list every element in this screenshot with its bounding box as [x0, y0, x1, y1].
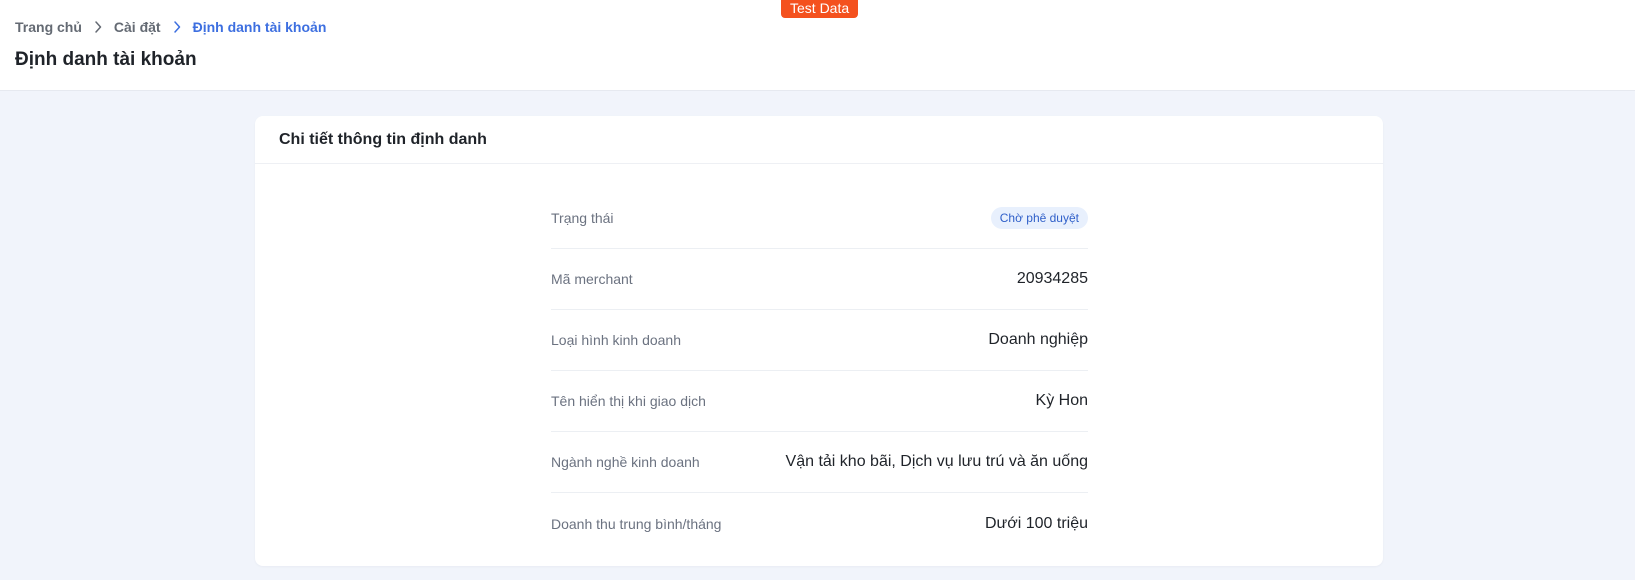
detail-value: 20934285 [1016, 270, 1088, 287]
detail-value: Dưới 100 triệu [984, 514, 1088, 532]
detail-row-status: Trạng thái Chờ phê duyệt [551, 188, 1088, 249]
status-badge: Chờ phê duyệt [990, 207, 1088, 229]
detail-list: Trạng thái Chờ phê duyệt Mã merchant 209… [551, 188, 1088, 554]
detail-value: Kỳ Hon [1035, 392, 1088, 409]
breadcrumb-settings[interactable]: Cài đặt [114, 19, 161, 35]
card-title: Chi tiết thông tin định danh [279, 130, 487, 148]
page-header: Test Data Trang chủ Cài đặt Định danh tà… [0, 0, 1635, 91]
detail-label: Trạng thái [551, 210, 614, 226]
identity-details-card: Chi tiết thông tin định danh Trạng thái … [255, 116, 1383, 566]
card-header: Chi tiết thông tin định danh [255, 116, 1383, 164]
breadcrumb-home[interactable]: Trang chủ [15, 19, 82, 35]
chevron-right-icon [82, 17, 114, 37]
detail-value: Vận tải kho bãi, Dịch vụ lưu trú và ăn u… [785, 453, 1088, 470]
detail-row-business-type: Loại hình kinh doanh Doanh nghiệp [551, 310, 1088, 371]
test-data-badge: Test Data [781, 0, 859, 18]
detail-row-industry: Ngành nghề kinh doanh Vận tải kho bãi, D… [551, 432, 1088, 493]
breadcrumb: Trang chủ Cài đặt Định danh tài khoản [15, 17, 326, 37]
chevron-right-icon [161, 17, 193, 37]
detail-label: Ngành nghề kinh doanh [551, 454, 700, 470]
page-title: Định danh tài khoản [15, 49, 197, 70]
detail-row-display-name: Tên hiển thị khi giao dịch Kỳ Hon [551, 371, 1088, 432]
detail-label: Tên hiển thị khi giao dịch [551, 393, 706, 409]
detail-row-revenue: Doanh thu trung bình/tháng Dưới 100 triệ… [551, 493, 1088, 554]
detail-row-merchant-id: Mã merchant 20934285 [551, 249, 1088, 310]
detail-label: Loại hình kinh doanh [551, 332, 681, 348]
breadcrumb-current: Định danh tài khoản [192, 19, 327, 35]
detail-value: Doanh nghiệp [988, 331, 1088, 348]
detail-label: Mã merchant [551, 271, 633, 287]
detail-label: Doanh thu trung bình/tháng [551, 515, 722, 532]
